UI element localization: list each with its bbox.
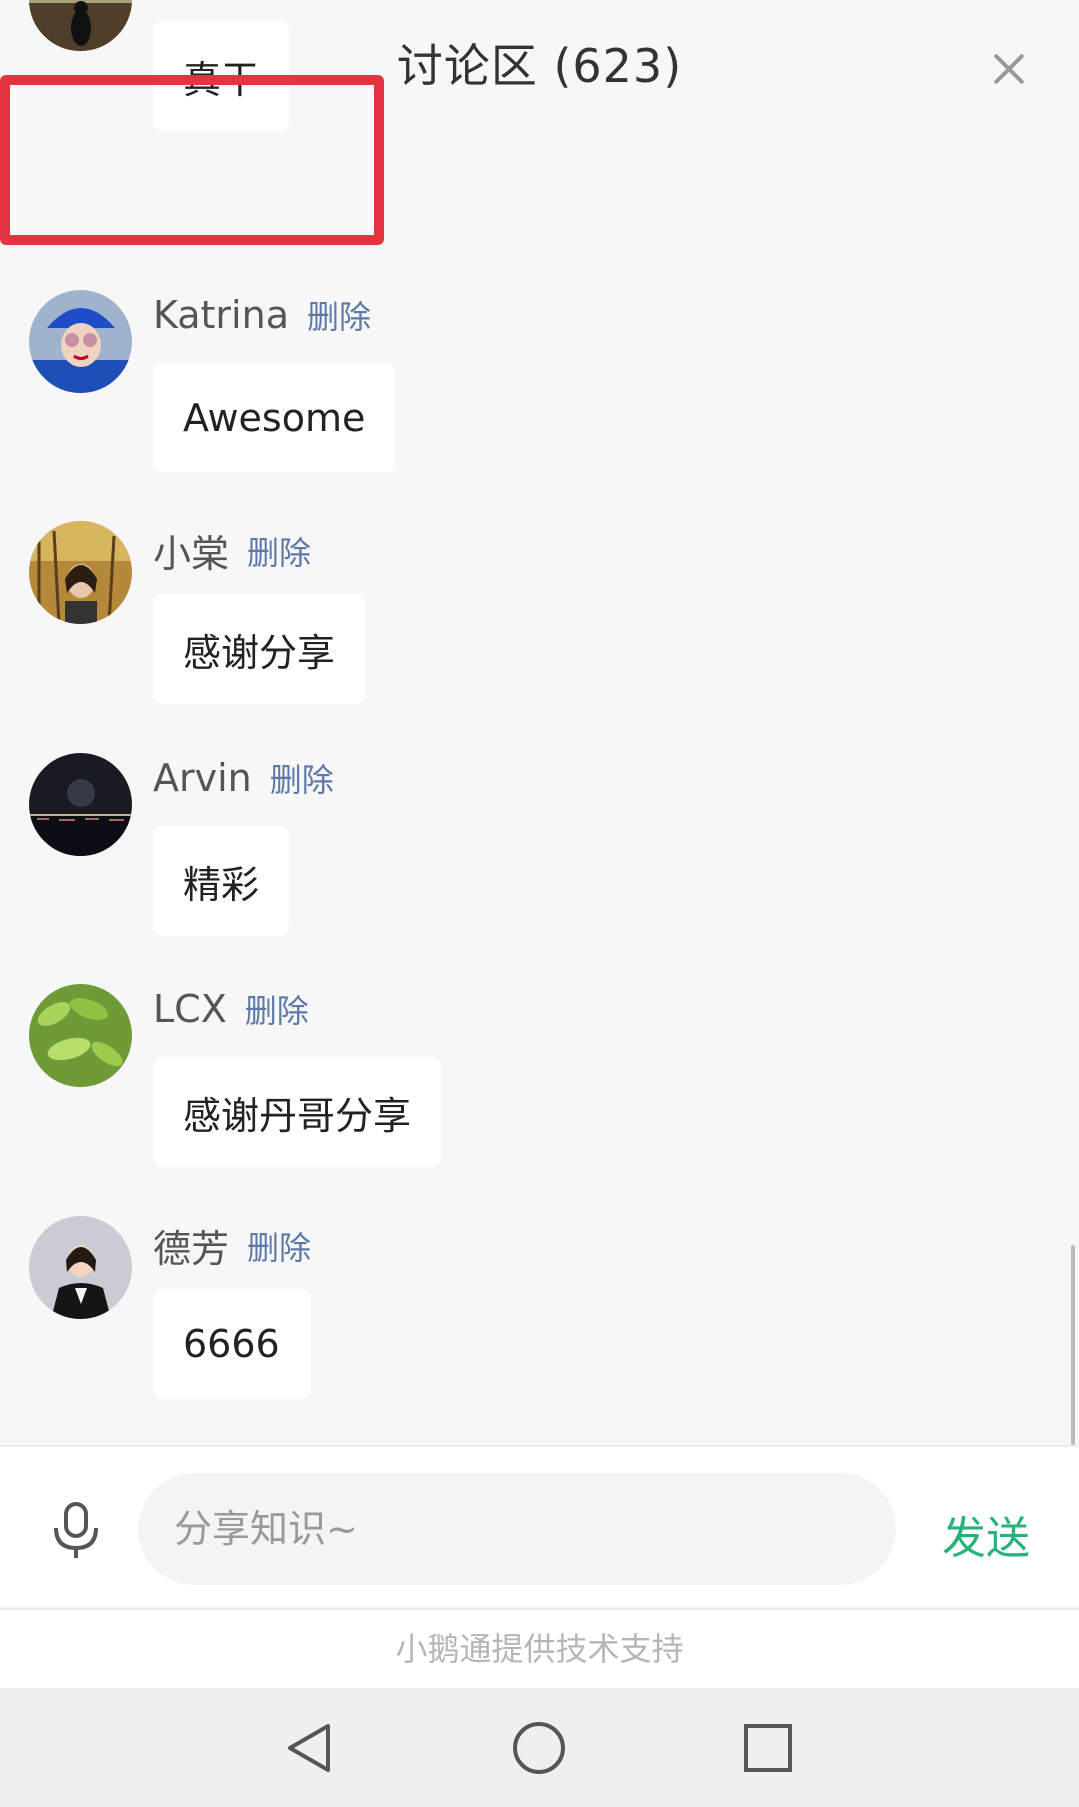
delete-button[interactable]: 删除 bbox=[247, 1223, 311, 1269]
avatar[interactable] bbox=[29, 290, 132, 393]
comment-author: 小棠 bbox=[153, 532, 230, 576]
delete-button[interactable]: 删除 bbox=[247, 528, 311, 574]
avatar[interactable] bbox=[29, 984, 132, 1087]
comment-author: 德芳 bbox=[153, 1227, 230, 1271]
footer-credit: 小鹅通提供技术支持 bbox=[0, 1608, 1079, 1688]
delete-button[interactable]: 删除 bbox=[307, 292, 371, 338]
send-button[interactable]: 发送 bbox=[942, 1502, 1030, 1566]
scrollbar[interactable] bbox=[1071, 1245, 1075, 1445]
comment-header: 小棠 删除 bbox=[153, 523, 311, 578]
highlight-box bbox=[0, 75, 384, 245]
comment-bubble: 精彩 bbox=[153, 826, 290, 936]
comment-bubble: 感谢丹哥分享 bbox=[153, 1057, 442, 1167]
comment-author: Katrina bbox=[153, 293, 289, 337]
comment-item: 德芳 删除 6666 bbox=[0, 1216, 1079, 1445]
recent-apps-icon[interactable] bbox=[738, 1718, 798, 1778]
comment-header: LCX 删除 bbox=[153, 986, 309, 1032]
delete-button[interactable]: 删除 bbox=[270, 755, 334, 801]
microphone-icon[interactable] bbox=[50, 1502, 102, 1560]
comment-header: Arvin 删除 bbox=[153, 755, 334, 801]
comment-item: 小棠 删除 感谢分享 bbox=[0, 521, 1079, 753]
comment-bubble: 6666 bbox=[153, 1289, 310, 1399]
comment-input[interactable] bbox=[138, 1473, 896, 1585]
avatar[interactable] bbox=[29, 521, 132, 624]
comment-header: 德芳 删除 bbox=[153, 1218, 311, 1273]
input-bar: 发送 bbox=[0, 1445, 1079, 1606]
comment-bubble: 感谢分享 bbox=[153, 594, 366, 704]
delete-button[interactable]: 删除 bbox=[245, 986, 309, 1032]
comment-author: Arvin bbox=[153, 756, 252, 800]
comment-item: Arvin 删除 精彩 bbox=[0, 753, 1079, 985]
system-navigation-bar bbox=[0, 1688, 1079, 1807]
home-icon[interactable] bbox=[509, 1718, 569, 1778]
comment-bubble: Awesome bbox=[153, 363, 396, 473]
comment-item: Katrina 删除 Awesome bbox=[0, 290, 1079, 522]
comment-item: LCX 删除 感谢丹哥分享 bbox=[0, 984, 1079, 1216]
avatar[interactable] bbox=[29, 1216, 132, 1319]
back-icon[interactable] bbox=[280, 1718, 340, 1778]
close-icon[interactable] bbox=[985, 45, 1033, 93]
comment-header: Katrina 删除 bbox=[153, 292, 371, 338]
comment-author: LCX bbox=[153, 987, 227, 1031]
avatar[interactable] bbox=[29, 753, 132, 856]
